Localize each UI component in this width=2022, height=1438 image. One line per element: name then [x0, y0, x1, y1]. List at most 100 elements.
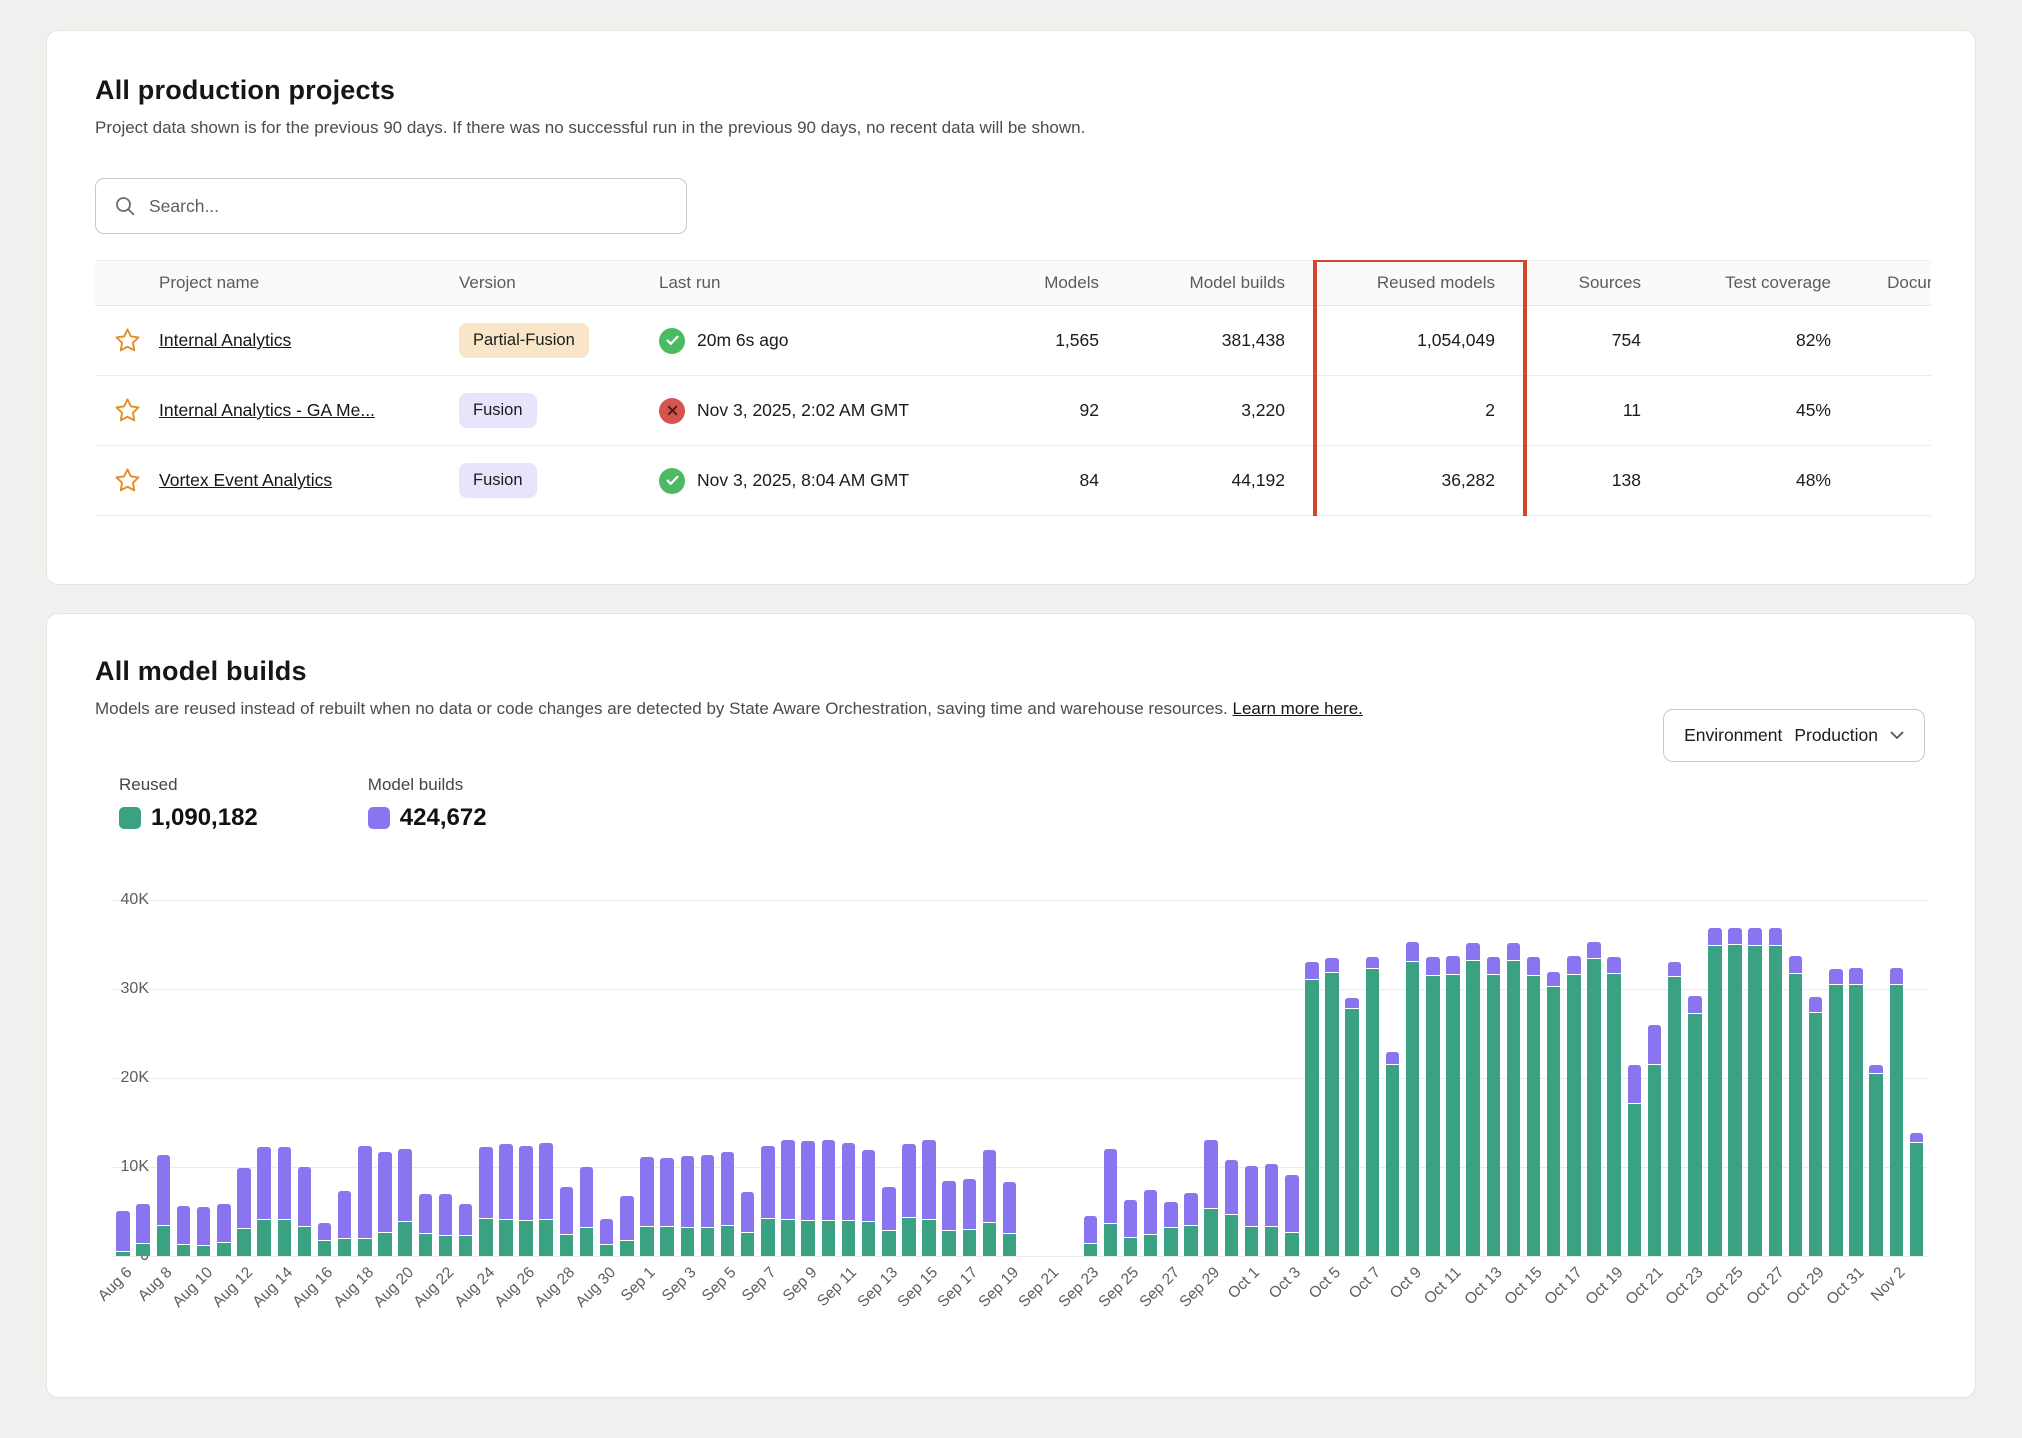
- stacked-bar-aug-25[interactable]: [499, 1144, 513, 1256]
- stacked-bar-sep-10[interactable]: [822, 1140, 836, 1256]
- stacked-bar-oct-14[interactable]: [1507, 943, 1521, 1256]
- stacked-bar-aug-16[interactable]: [318, 1223, 332, 1256]
- stacked-bar-oct-30[interactable]: [1829, 969, 1843, 1256]
- column-header-version[interactable]: Version: [459, 273, 659, 293]
- stacked-bar-oct-6[interactable]: [1345, 998, 1359, 1256]
- stacked-bar-oct-2[interactable]: [1265, 1164, 1279, 1256]
- stacked-bar-oct-19[interactable]: [1607, 957, 1621, 1256]
- project-search[interactable]: [95, 178, 687, 234]
- stacked-bar-sep-9[interactable]: [801, 1141, 815, 1256]
- stacked-bar-oct-17[interactable]: [1567, 956, 1581, 1256]
- stacked-bar-aug-7[interactable]: [136, 1204, 150, 1257]
- stacked-bar-sep-2[interactable]: [660, 1158, 674, 1256]
- stacked-bar-aug-20[interactable]: [398, 1149, 412, 1256]
- environment-select[interactable]: Environment Production: [1663, 709, 1925, 762]
- stacked-bar-sep-13[interactable]: [882, 1187, 896, 1256]
- stacked-bar-sep-16[interactable]: [942, 1181, 956, 1256]
- stacked-bar-aug-19[interactable]: [378, 1152, 392, 1256]
- stacked-bar-aug-17[interactable]: [338, 1191, 352, 1256]
- stacked-bar-sep-17[interactable]: [963, 1179, 977, 1256]
- stacked-bar-sep-27[interactable]: [1164, 1202, 1178, 1256]
- stacked-bar-oct-16[interactable]: [1547, 972, 1561, 1256]
- stacked-bar-sep-14[interactable]: [902, 1144, 916, 1256]
- stacked-bar-oct-5[interactable]: [1325, 958, 1339, 1256]
- stacked-bar-sep-30[interactable]: [1225, 1160, 1239, 1256]
- stacked-bar-aug-8[interactable]: [157, 1155, 171, 1256]
- stacked-bar-sep-7[interactable]: [761, 1146, 775, 1256]
- stacked-bar-oct-21[interactable]: [1648, 1025, 1662, 1256]
- stacked-bar-sep-6[interactable]: [741, 1192, 755, 1256]
- stacked-bar-aug-14[interactable]: [278, 1147, 292, 1256]
- stacked-bar-aug-31[interactable]: [620, 1196, 634, 1256]
- stacked-bar-aug-29[interactable]: [580, 1167, 594, 1256]
- stacked-bar-aug-15[interactable]: [298, 1167, 312, 1256]
- stacked-bar-oct-24[interactable]: [1708, 928, 1722, 1256]
- stacked-bar-aug-10[interactable]: [197, 1207, 211, 1256]
- stacked-bar-sep-11[interactable]: [842, 1143, 856, 1256]
- stacked-bar-sep-24[interactable]: [1104, 1149, 1118, 1256]
- stacked-bar-sep-19[interactable]: [1003, 1182, 1017, 1256]
- stacked-bar-aug-12[interactable]: [237, 1168, 251, 1256]
- stacked-bar-oct-20[interactable]: [1628, 1065, 1642, 1256]
- project-name-cell[interactable]: Internal Analytics - GA Me...: [159, 400, 459, 421]
- stacked-bar-oct-18[interactable]: [1587, 942, 1601, 1256]
- stacked-bar-nov-3[interactable]: [1910, 1133, 1924, 1256]
- favorite-star-icon[interactable]: [95, 466, 159, 495]
- column-header-docum[interactable]: Docum: [1863, 273, 1931, 293]
- stacked-bar-oct-7[interactable]: [1366, 957, 1380, 1256]
- search-input[interactable]: [149, 196, 668, 217]
- column-header-sources[interactable]: Sources: [1527, 273, 1673, 293]
- stacked-bar-aug-6[interactable]: [116, 1211, 130, 1256]
- stacked-bar-sep-8[interactable]: [781, 1140, 795, 1256]
- column-header-test-coverage[interactable]: Test coverage: [1673, 273, 1863, 293]
- stacked-bar-sep-12[interactable]: [862, 1150, 876, 1256]
- stacked-bar-oct-28[interactable]: [1789, 956, 1803, 1256]
- stacked-bar-aug-30[interactable]: [600, 1219, 614, 1256]
- stacked-bar-aug-9[interactable]: [177, 1206, 191, 1256]
- stacked-bar-nov-1[interactable]: [1869, 1065, 1883, 1256]
- stacked-bar-sep-25[interactable]: [1124, 1200, 1138, 1256]
- stacked-bar-oct-3[interactable]: [1285, 1175, 1299, 1256]
- stacked-bar-oct-13[interactable]: [1487, 957, 1501, 1256]
- stacked-bar-oct-25[interactable]: [1728, 928, 1742, 1256]
- stacked-bar-oct-9[interactable]: [1406, 942, 1420, 1256]
- project-name-cell[interactable]: Internal Analytics: [159, 330, 459, 351]
- stacked-bar-oct-15[interactable]: [1527, 957, 1541, 1256]
- stacked-bar-aug-24[interactable]: [479, 1147, 493, 1256]
- stacked-bar-oct-26[interactable]: [1748, 928, 1762, 1256]
- column-header-project-name[interactable]: Project name: [159, 273, 459, 293]
- stacked-bar-oct-29[interactable]: [1809, 997, 1823, 1256]
- stacked-bar-sep-18[interactable]: [983, 1150, 997, 1256]
- stacked-bar-sep-29[interactable]: [1204, 1140, 1218, 1256]
- column-header-model-builds[interactable]: Model builds: [1131, 273, 1317, 293]
- favorite-star-icon[interactable]: [95, 396, 159, 425]
- stacked-bar-oct-31[interactable]: [1849, 968, 1863, 1256]
- stacked-bar-aug-26[interactable]: [519, 1146, 533, 1256]
- stacked-bar-oct-1[interactable]: [1245, 1166, 1259, 1256]
- stacked-bar-sep-5[interactable]: [721, 1152, 735, 1256]
- project-name-cell[interactable]: Vortex Event Analytics: [159, 470, 459, 491]
- column-header-models[interactable]: Models: [991, 273, 1131, 293]
- favorite-star-icon[interactable]: [95, 326, 159, 355]
- stacked-bar-oct-23[interactable]: [1688, 996, 1702, 1256]
- stacked-bar-oct-4[interactable]: [1305, 962, 1319, 1256]
- stacked-bar-oct-22[interactable]: [1668, 962, 1682, 1256]
- stacked-bar-oct-27[interactable]: [1769, 928, 1783, 1256]
- stacked-bar-sep-4[interactable]: [701, 1155, 715, 1256]
- stacked-bar-aug-11[interactable]: [217, 1204, 231, 1257]
- stacked-bar-nov-2[interactable]: [1890, 968, 1904, 1256]
- stacked-bar-aug-27[interactable]: [539, 1143, 553, 1256]
- learn-more-link[interactable]: Learn more here.: [1232, 699, 1362, 718]
- stacked-bar-aug-28[interactable]: [560, 1187, 574, 1256]
- stacked-bar-sep-1[interactable]: [640, 1157, 654, 1256]
- stacked-bar-sep-15[interactable]: [922, 1140, 936, 1256]
- stacked-bar-sep-3[interactable]: [681, 1156, 695, 1256]
- column-header-last-run[interactable]: Last run: [659, 273, 991, 293]
- stacked-bar-aug-21[interactable]: [419, 1194, 433, 1256]
- stacked-bar-sep-23[interactable]: [1084, 1216, 1098, 1256]
- stacked-bar-oct-10[interactable]: [1426, 957, 1440, 1256]
- stacked-bar-oct-12[interactable]: [1466, 943, 1480, 1256]
- stacked-bar-oct-8[interactable]: [1386, 1052, 1400, 1256]
- stacked-bar-aug-18[interactable]: [358, 1146, 372, 1256]
- stacked-bar-sep-28[interactable]: [1184, 1193, 1198, 1256]
